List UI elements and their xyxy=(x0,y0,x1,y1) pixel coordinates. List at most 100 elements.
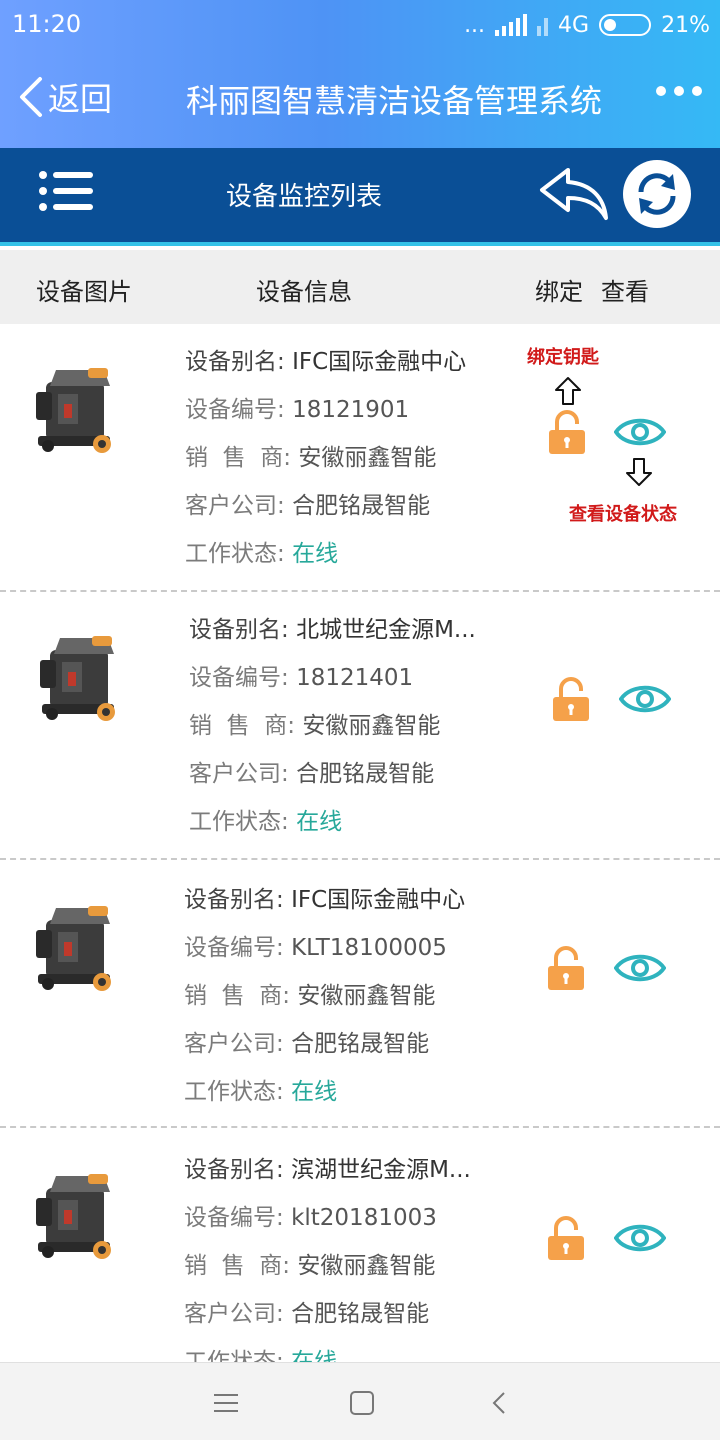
back-chevron-icon xyxy=(20,77,42,117)
dealer-label: 销 售 商: xyxy=(185,445,291,471)
annotation-bind-key: 绑定钥匙 xyxy=(527,347,599,368)
arrow-up-icon xyxy=(555,377,581,405)
dealer-line: 销 售 商: 安徽丽鑫智能 xyxy=(184,1242,471,1290)
alias-value: IFC国际金融中心 xyxy=(292,349,467,375)
device-info: 设备别名: IFC国际金融中心 设备编号: KLT18100005 销 售 商:… xyxy=(184,876,465,1116)
device-info: 设备别名: 北城世纪金源M... 设备编号: 18121401 销 售 商: 安… xyxy=(189,606,476,846)
number-label: 设备编号: xyxy=(189,665,289,691)
alias-label: 设备别名: xyxy=(189,617,289,643)
unlock-icon[interactable] xyxy=(546,946,586,992)
number-line: 设备编号: 18121401 xyxy=(189,654,476,702)
state-value: 在线 xyxy=(291,1349,338,1362)
column-header: 设备图片 设备信息 绑定 查看 xyxy=(0,250,720,324)
device-row[interactable]: 设备别名: IFC国际金融中心 设备编号: 18121901 销 售 商: 安徽… xyxy=(0,324,720,592)
unlock-icon[interactable] xyxy=(551,677,591,723)
state-line: 工作状态: 在线 xyxy=(184,1068,465,1116)
col-image: 设备图片 xyxy=(36,278,132,306)
state-line: 工作状态: 在线 xyxy=(185,530,466,578)
dealer-label: 销 售 商: xyxy=(189,713,295,739)
number-value: 18121901 xyxy=(292,397,410,423)
state-line: 工作状态: 在线 xyxy=(189,798,476,846)
state-value: 在线 xyxy=(292,541,339,567)
status-indicators: ... 4G 21% xyxy=(464,10,710,40)
dealer-line: 销 售 商: 安徽丽鑫智能 xyxy=(184,972,465,1020)
alias-line: 设备别名: 滨湖世纪金源M... xyxy=(184,1146,471,1194)
company-value: 合肥铭晟智能 xyxy=(291,1301,430,1327)
menu-list-icon[interactable] xyxy=(38,170,94,212)
number-label: 设备编号: xyxy=(184,1205,284,1231)
eye-icon[interactable] xyxy=(614,950,666,986)
status-time: 11:20 xyxy=(12,10,82,38)
alias-label: 设备别名: xyxy=(184,887,284,913)
eye-icon[interactable] xyxy=(614,414,666,450)
refresh-icon xyxy=(638,173,676,215)
col-info: 设备信息 xyxy=(256,278,352,306)
state-value: 在线 xyxy=(296,809,343,835)
col-view: 查看 xyxy=(601,278,649,306)
dealer-label: 销 售 商: xyxy=(184,983,290,1009)
company-line: 客户公司: 合肥铭晟智能 xyxy=(185,482,466,530)
alias-label: 设备别名: xyxy=(184,1157,284,1183)
nav-menu-icon[interactable] xyxy=(210,1387,242,1419)
number-value: KLT18100005 xyxy=(291,935,447,961)
signal-icon xyxy=(495,14,528,36)
number-value: 18121401 xyxy=(296,665,414,691)
app-title: 科丽图智慧清洁设备管理系统 xyxy=(186,82,603,120)
back-button[interactable]: 返回 xyxy=(16,74,112,120)
dealer-label: 销 售 商: xyxy=(184,1253,290,1279)
device-photo xyxy=(36,1174,111,1259)
device-row[interactable]: 设备别名: 滨湖世纪金源M... 设备编号: klt20181003 销 售 商… xyxy=(0,1128,720,1362)
nav-back-icon[interactable] xyxy=(484,1387,516,1419)
state-label: 工作状态: xyxy=(184,1349,284,1362)
list-toolbar: 设备监控列表 xyxy=(0,148,720,246)
network-type: 4G xyxy=(558,12,590,38)
arrow-down-icon xyxy=(626,458,652,486)
company-label: 客户公司: xyxy=(184,1301,284,1327)
device-info: 设备别名: IFC国际金融中心 设备编号: 18121901 销 售 商: 安徽… xyxy=(185,338,466,578)
eye-icon[interactable] xyxy=(619,681,671,717)
eye-icon[interactable] xyxy=(614,1220,666,1256)
app-header: 11:20 ... 4G 21% 返回 科丽图智慧清洁设备管理系统 xyxy=(0,0,720,148)
dealer-line: 销 售 商: 安徽丽鑫智能 xyxy=(185,434,466,482)
dealer-value: 安徽丽鑫智能 xyxy=(298,445,437,471)
alias-value: 滨湖世纪金源M... xyxy=(291,1157,471,1183)
device-photo xyxy=(36,368,111,453)
annotation-view-status: 查看设备状态 xyxy=(569,504,677,525)
device-photo xyxy=(40,636,115,721)
list-title: 设备监控列表 xyxy=(226,182,383,212)
reply-arrow-icon[interactable] xyxy=(538,166,610,222)
device-row[interactable]: 设备别名: IFC国际金融中心 设备编号: KLT18100005 销 售 商:… xyxy=(0,860,720,1128)
company-label: 客户公司: xyxy=(185,493,285,519)
company-line: 客户公司: 合肥铭晟智能 xyxy=(184,1020,465,1068)
alias-value: IFC国际金融中心 xyxy=(291,887,466,913)
unlock-icon[interactable] xyxy=(547,410,587,456)
alias-line: 设备别名: IFC国际金融中心 xyxy=(184,876,465,924)
alias-value: 北城世纪金源M... xyxy=(296,617,476,643)
number-line: 设备编号: 18121901 xyxy=(185,386,466,434)
more-dots-icon[interactable] xyxy=(656,86,702,96)
state-label: 工作状态: xyxy=(184,1079,284,1105)
device-row[interactable]: 设备别名: 北城世纪金源M... 设备编号: 18121401 销 售 商: 安… xyxy=(0,592,720,860)
device-photo xyxy=(36,906,111,991)
company-line: 客户公司: 合肥铭晟智能 xyxy=(184,1290,471,1338)
dealer-line: 销 售 商: 安徽丽鑫智能 xyxy=(189,702,476,750)
alias-line: 设备别名: 北城世纪金源M... xyxy=(189,606,476,654)
col-bind: 绑定 xyxy=(535,278,583,306)
device-info: 设备别名: 滨湖世纪金源M... 设备编号: klt20181003 销 售 商… xyxy=(184,1146,471,1362)
number-value: klt20181003 xyxy=(291,1205,437,1231)
number-line: 设备编号: KLT18100005 xyxy=(184,924,465,972)
dealer-value: 安徽丽鑫智能 xyxy=(302,713,441,739)
company-value: 合肥铭晟智能 xyxy=(292,493,431,519)
back-label: 返回 xyxy=(48,80,113,118)
company-line: 客户公司: 合肥铭晟智能 xyxy=(189,750,476,798)
nav-home-icon[interactable] xyxy=(346,1387,378,1419)
battery-icon xyxy=(599,14,652,36)
state-value: 在线 xyxy=(291,1079,338,1105)
state-label: 工作状态: xyxy=(185,541,285,567)
number-label: 设备编号: xyxy=(184,935,284,961)
state-label: 工作状态: xyxy=(189,809,289,835)
battery-level: 21% xyxy=(661,12,710,38)
status-dots: ... xyxy=(464,12,486,38)
unlock-icon[interactable] xyxy=(546,1216,586,1262)
refresh-button[interactable] xyxy=(623,160,691,228)
